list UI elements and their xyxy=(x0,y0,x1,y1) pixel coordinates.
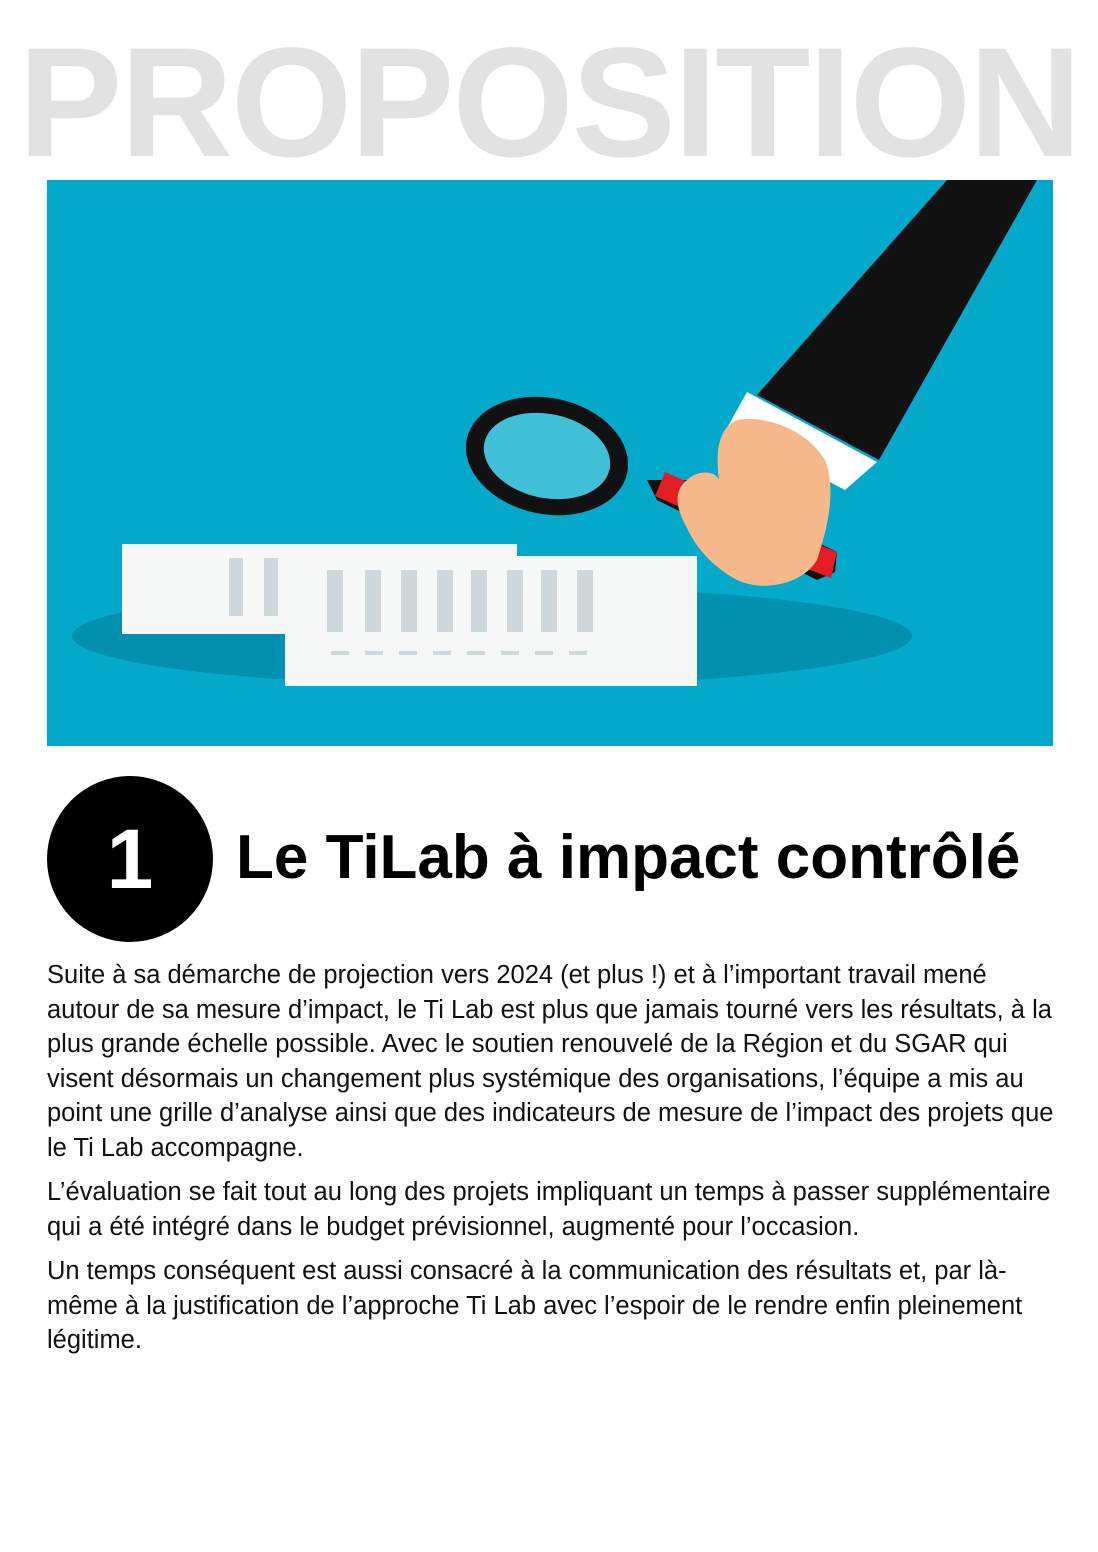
hand xyxy=(677,419,831,586)
paragraph: Un temps conséquent est aussi consacré à… xyxy=(47,1257,1023,1354)
paper-front xyxy=(285,556,697,686)
section-number-badge: 1 xyxy=(47,776,213,942)
banner-heading: PROPOSITION xyxy=(18,16,1081,190)
paragraph: L’évaluation se fait tout au long des pr… xyxy=(47,1178,1051,1241)
section-title: Le TiLab à impact contrôlé xyxy=(236,823,1021,892)
magnifying-glass-over-documents-icon xyxy=(47,180,1053,746)
sleeve xyxy=(757,180,1037,460)
paragraph: Suite à sa démarche de projection vers 2… xyxy=(47,961,1054,1162)
body-text: Suite à sa démarche de projection vers 2… xyxy=(47,958,1057,1368)
